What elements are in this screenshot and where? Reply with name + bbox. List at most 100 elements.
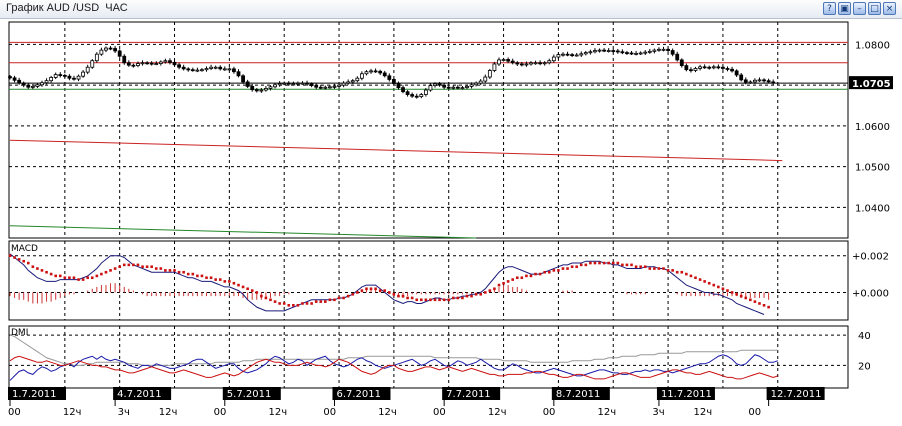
macd-signal-dot (611, 261, 615, 265)
macd-signal-dot (388, 291, 391, 294)
candle-body (679, 59, 684, 67)
macd-signal-dot (104, 270, 108, 274)
candle-body (707, 66, 712, 69)
x-axis-labels: 1.7.2011 4.7.2011 5.7.2011 6.7.2011 7.7.2011… (8, 387, 825, 418)
candle-body (90, 60, 95, 68)
window-titlebar: График AUD /USD ЧАС ? ▣ – □ × (0, 0, 902, 19)
candle-body (670, 50, 675, 55)
candle-body (309, 83, 314, 86)
macd-signal-dot (561, 267, 565, 270)
close-button[interactable]: × (883, 2, 896, 15)
macd-signal-dot (666, 269, 670, 272)
candle-body (314, 85, 319, 88)
date-label: 6.7.2011 (336, 389, 381, 400)
candle-body (442, 84, 447, 88)
candle-body (396, 83, 401, 89)
candle-body (547, 60, 552, 64)
maximize-button[interactable]: □ (868, 2, 881, 15)
macd-signal-dot (218, 278, 222, 281)
macd-signal-dot (63, 276, 67, 280)
macd-signal-dot (589, 261, 592, 265)
candle-body (291, 83, 296, 86)
candle-body (264, 88, 268, 91)
candle-body (588, 51, 593, 54)
candle-body (556, 54, 561, 58)
candle-body (446, 86, 451, 89)
macd-signal-dot (451, 296, 455, 300)
candle-body (565, 53, 570, 56)
candle-body (716, 66, 721, 69)
date-label: 8.7.2011 (556, 389, 601, 400)
macd-signal-dot (726, 289, 729, 292)
candle-body (538, 62, 543, 65)
candle-body (593, 50, 597, 53)
help-button[interactable]: ? (823, 2, 836, 15)
macd-signal-dot (26, 261, 30, 265)
candle-body (437, 83, 442, 86)
macd-signal-dot (17, 258, 21, 261)
candle-body (378, 70, 383, 74)
macd-signal-dot (241, 285, 245, 289)
candle-body (273, 84, 277, 88)
candle-body (661, 48, 666, 51)
price-tick-label: 1.0500 (855, 163, 890, 174)
macd-signal-dot (36, 267, 39, 270)
candle-body (85, 66, 90, 73)
candle-body (140, 62, 145, 65)
macd-signal-dot (8, 254, 12, 257)
candle-body (757, 79, 762, 82)
macd-signal-dot (410, 296, 414, 300)
candle-body (222, 68, 227, 71)
candle-body (387, 75, 392, 80)
price-tick-label: 1.0600 (855, 122, 890, 133)
date-label: 7.7.2011 (446, 389, 491, 400)
candle-body (629, 52, 634, 55)
candle-body (693, 68, 698, 71)
candle-body (433, 83, 437, 86)
candle-body (177, 64, 181, 68)
macd-signal-dot (392, 292, 396, 296)
candle-body (638, 52, 643, 55)
macd-signal-dot (424, 298, 428, 302)
candle-body (17, 79, 22, 84)
macd-signal-dot (378, 289, 382, 292)
macd-signal-dot (141, 265, 144, 269)
date-label: 11.7.2011 (661, 389, 712, 400)
macd-signal-dot (675, 270, 679, 274)
macd-signal-dot (579, 263, 583, 267)
candle-body (391, 79, 396, 84)
candle-body (131, 64, 136, 67)
macd-signal-dot (493, 287, 496, 291)
hour-label: 3ч (652, 407, 664, 418)
price-chart: MACD DMI 1.08001.07001.06001.05001.0400+… (8, 21, 893, 418)
candle-body (108, 47, 113, 50)
macd-signal-dot (698, 278, 702, 281)
new-window-button[interactable]: ▣ (838, 2, 851, 15)
minimize-button[interactable]: – (853, 2, 866, 15)
macd-signal-dot (707, 281, 711, 285)
candle-body (634, 52, 638, 55)
macd-signal-dot (547, 270, 551, 274)
candle-body (414, 95, 419, 98)
macd-signal-dot (662, 267, 665, 270)
candle-body (711, 66, 716, 69)
macd-signal-dot (127, 263, 131, 267)
candle-body (423, 89, 428, 95)
candle-body (561, 53, 565, 56)
macd-signal-dot (237, 283, 240, 287)
candle-body (753, 79, 757, 83)
macd-signal-dot (483, 291, 487, 294)
macd-signal-dot (269, 298, 272, 302)
macd-signal-dot (177, 270, 181, 274)
macd-signal-dot (543, 270, 546, 274)
macd-signal-dot (552, 269, 556, 272)
candle-body (26, 84, 31, 88)
date-label: 5.7.2011 (227, 389, 272, 400)
candle-body (232, 68, 236, 73)
macd-signal-dot (479, 292, 483, 296)
dmi-panel-frame (8, 325, 849, 389)
candle-body (236, 71, 241, 77)
macd-signal-dot (22, 259, 26, 263)
macd-title: MACD (11, 244, 38, 254)
macd-signal-dot (593, 261, 597, 265)
